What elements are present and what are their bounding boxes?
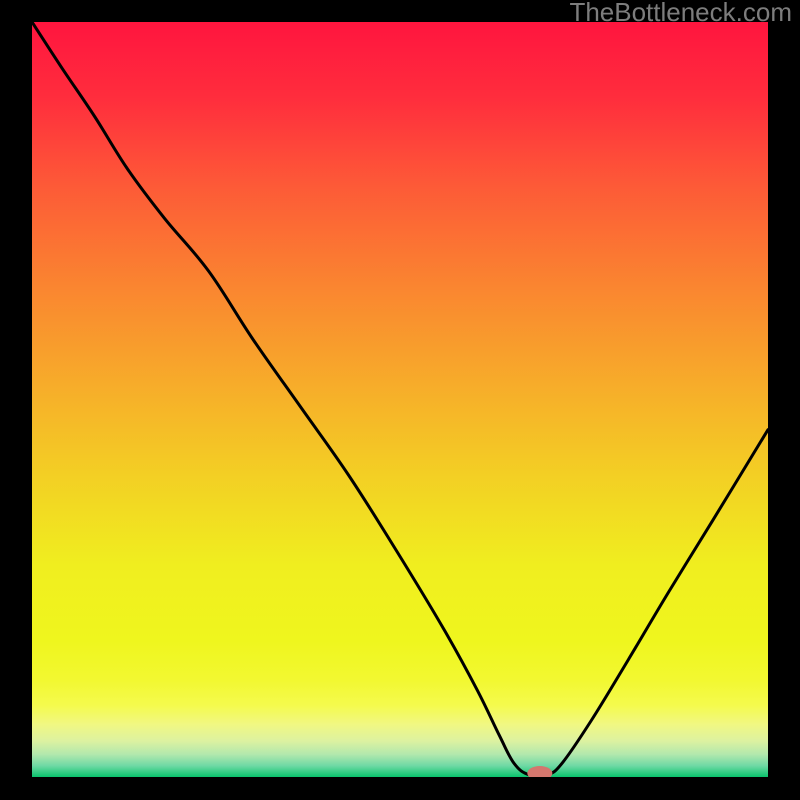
bottleneck-curve — [32, 22, 768, 776]
watermark-text: TheBottleneck.com — [569, 0, 792, 28]
optimal-point-marker — [527, 766, 552, 777]
plot-overlay — [32, 22, 768, 777]
chart-stage: TheBottleneck.com — [0, 0, 800, 800]
